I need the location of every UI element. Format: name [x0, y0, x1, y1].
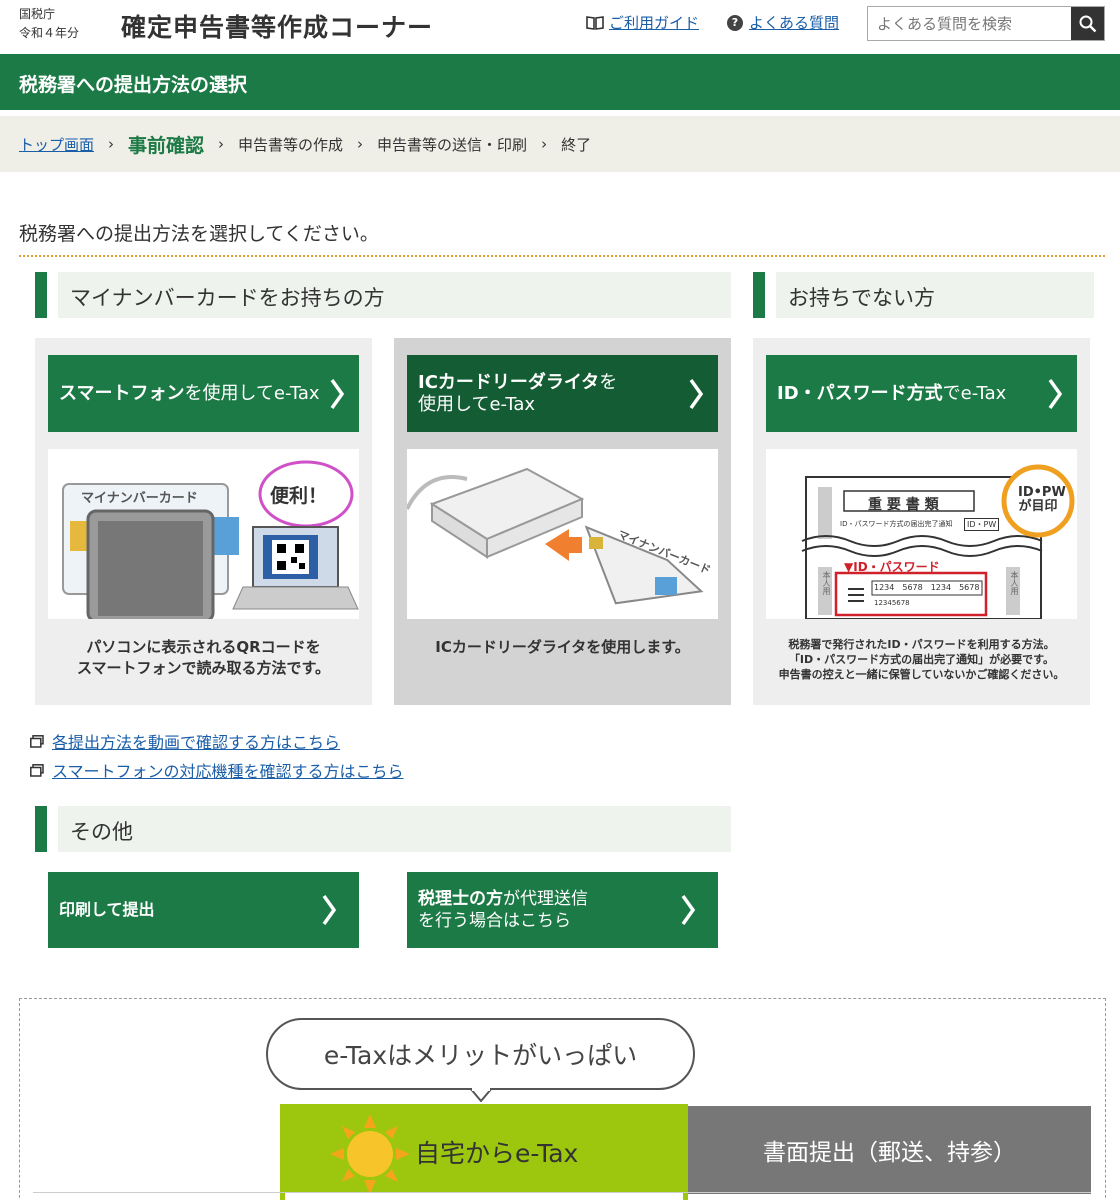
video-guide-link[interactable]: 各提出方法を動画で確認する方はこちら [30, 729, 340, 753]
image-digits: 1234 5678 1234 5678 [874, 583, 979, 592]
breadcrumb-step: 申告書等の送信・印刷 [377, 135, 528, 154]
merit-speech-bubble: e-Taxはメリットがいっぱい [266, 1018, 695, 1090]
org-name: 国税庁 [19, 7, 56, 21]
option-caption: 税務署で発行されたID・パスワードを利用する方法。 「ID・パスワード方式の届出… [766, 637, 1077, 682]
new-window-icon [30, 763, 44, 777]
heading-accent [753, 272, 765, 318]
chevron-right-icon: › [541, 135, 548, 153]
image-text: 1234 [930, 583, 952, 592]
breadcrumb-step: 申告書等の作成 [238, 135, 344, 154]
button-label: 印刷して提出 [59, 900, 155, 919]
image-text: 5678 [902, 583, 923, 592]
caption-line: スマートフォンで読み取る方法です。 [76, 659, 331, 677]
section-heading-text: お持ちでない方 [776, 272, 1094, 318]
org-label: 国税庁 令和４年分 [19, 5, 79, 43]
image-text: 本人用 [822, 571, 831, 595]
smartphone-etax-button[interactable]: スマートフォンを使用してe-Tax [48, 355, 359, 432]
breadcrumb-step: 終了 [561, 135, 592, 154]
image-text: 本人用 [1010, 571, 1019, 595]
tab-label: 自宅からe-Tax [415, 1139, 579, 1168]
button-label: 税理士の方が代理送信 を行う場合はこちら [418, 889, 588, 931]
chevron-right-icon: › [357, 135, 364, 153]
section-heading-text: マイナンバーカードをお持ちの方 [58, 272, 731, 318]
button-label: スマートフォンを使用してe-Tax [59, 382, 320, 404]
image-text: ID•PW [1018, 485, 1066, 500]
chevron-right-icon [330, 378, 345, 409]
tab-body [285, 1192, 683, 1200]
smartphone-qr-illustration: マイナンバーカード 便利！ [48, 449, 359, 619]
search-icon [1079, 15, 1096, 32]
image-text: ID・パスワード方式の届出完了通知 [840, 520, 953, 528]
new-window-icon [30, 734, 44, 748]
image-text: が目印 [1018, 499, 1058, 514]
faq-link-label: よくある質問 [749, 14, 840, 32]
chevron-right-icon [322, 894, 337, 926]
button-label: ICカードリーダライタを 使用してe-Tax [418, 371, 618, 415]
heading-accent [35, 272, 47, 318]
faq-link[interactable]: ? よくある質問 [727, 12, 839, 33]
caption-line: 税務署で発行されたID・パスワードを利用する方法。 [788, 638, 1055, 651]
link-label: スマートフォンの対応機種を確認する方はこちら [52, 762, 404, 781]
site-header: 国税庁 令和４年分 確定申告書等作成コーナー ご利用ガイド ? よくある質問 [0, 0, 1120, 54]
divider [19, 255, 1105, 257]
section-heading-text: その他 [58, 806, 731, 852]
section-heading-mynumber: マイナンバーカードをお持ちの方 [35, 272, 731, 318]
book-icon [586, 15, 604, 30]
faq-search [867, 6, 1105, 41]
caption-line: 申告書の控えと一緒に保管していないかご確認ください。 [778, 668, 1065, 681]
guide-link[interactable]: ご利用ガイド [586, 12, 699, 33]
caption-line: ICカードリーダライタを使用します。 [435, 638, 690, 656]
tab-home-etax[interactable]: 自宅からe-Tax [280, 1104, 688, 1200]
image-text: 1234 [874, 583, 895, 592]
breadcrumb-top[interactable]: トップ画面 [19, 134, 94, 155]
image-text: ID・PW [964, 518, 1000, 531]
section-heading-no-card: お持ちでない方 [753, 272, 1094, 318]
search-input[interactable] [868, 7, 1071, 40]
chevron-right-icon [689, 378, 704, 409]
divider [33, 1192, 1091, 1193]
ic-reader-illustration: マイナンバーカード [407, 449, 718, 619]
app-title[interactable]: 確定申告書等作成コーナー [121, 8, 433, 44]
sun-icon [330, 1114, 410, 1194]
section-heading-other: その他 [35, 806, 731, 852]
option-caption: パソコンに表示されるQRコードを スマートフォンで読み取る方法です。 [48, 637, 359, 679]
tab-paper-submission[interactable]: 書面提出（郵送、持参） [688, 1106, 1091, 1194]
id-password-etax-button[interactable]: ID・パスワード方式でe-Tax [766, 355, 1077, 432]
chevron-right-icon [681, 894, 696, 926]
chevron-right-icon [1048, 378, 1063, 409]
breadcrumb-current: 事前確認 [128, 134, 205, 157]
bubble-tail [470, 1088, 492, 1102]
smartphone-models-link[interactable]: スマートフォンの対応機種を確認する方はこちら [30, 758, 404, 782]
option-caption: ICカードリーダライタを使用します。 [407, 637, 718, 658]
id-password-illustration: 重 要 書 類 ID・パスワード方式の届出完了通知 ID・PW ID•PW が目… [766, 449, 1077, 619]
print-submit-button[interactable]: 印刷して提出 [48, 872, 359, 948]
image-text: 12345678 [874, 599, 910, 607]
tax-accountant-button[interactable]: 税理士の方が代理送信 を行う場合はこちら [407, 872, 718, 948]
guide-link-label: ご利用ガイド [609, 14, 700, 32]
chevron-right-icon: › [108, 135, 115, 153]
image-text: 5678 [959, 583, 980, 592]
caption-line: パソコンに表示されるQRコードを [86, 638, 321, 656]
link-label: 各提出方法を動画で確認する方はこちら [52, 733, 341, 752]
tax-year: 令和４年分 [19, 26, 80, 40]
heading-accent [35, 806, 47, 852]
image-text: マイナンバーカード [81, 491, 198, 506]
ic-reader-etax-button[interactable]: ICカードリーダライタを 使用してe-Tax [407, 355, 718, 432]
instruction-text: 税務署への提出方法を選択してください。 [19, 223, 379, 245]
button-label: ID・パスワード方式でe-Tax [777, 382, 1007, 404]
search-button[interactable] [1071, 7, 1104, 40]
caption-line: 「ID・パスワード方式の届出完了通知」が必要です。 [788, 653, 1055, 666]
image-text: 便利！ [270, 485, 328, 507]
image-text: 重 要 書 類 [868, 497, 939, 513]
question-icon: ? [727, 14, 743, 31]
page-title-banner: 税務署への提出方法の選択 [0, 54, 1120, 110]
image-text: ▼ID・パスワード [844, 560, 940, 574]
breadcrumb: トップ画面 › 事前確認 › 申告書等の作成 › 申告書等の送信・印刷 › 終了 [0, 116, 1120, 172]
image-badge: ID•PW が目印 [1018, 485, 1066, 514]
chevron-right-icon: › [218, 135, 225, 153]
